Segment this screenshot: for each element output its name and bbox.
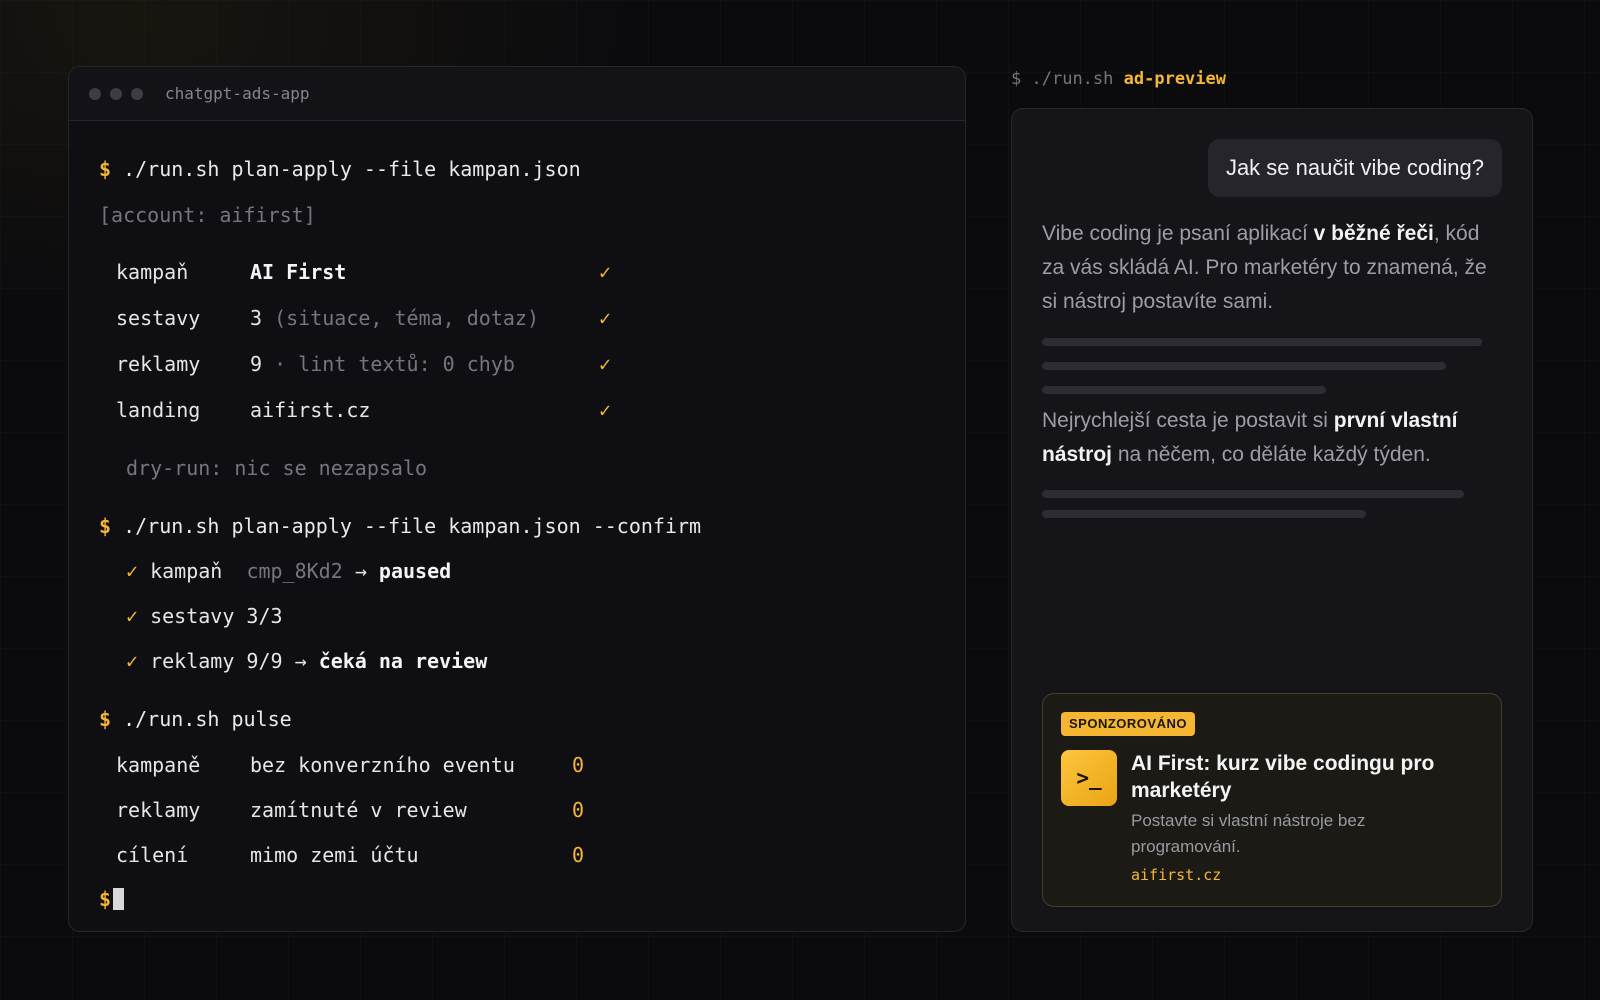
command-text: ./run.sh plan-apply --file kampan.json -…: [123, 514, 702, 538]
prompt-symbol: $: [99, 157, 112, 181]
command-line: $ ./run.sh plan-apply --file kampan.json: [99, 155, 581, 183]
terminal-prompt-icon: >_: [1061, 750, 1117, 806]
command-text: ./run.sh plan-apply --file kampan.json: [123, 157, 581, 181]
result-line: ✓ reklamy 9/9 → čeká na review: [126, 649, 488, 673]
command-text: ./run.sh pulse: [123, 707, 292, 731]
check-icon: ✓: [126, 649, 139, 673]
ad-title[interactable]: AI First: kurz vibe codingu pro marketér…: [1131, 750, 1481, 804]
plan-key: sestavy: [116, 306, 201, 330]
chat-preview: Jak se naučit vibe coding? Vibe coding j…: [1011, 108, 1533, 932]
assistant-paragraph: Vibe coding je psaní aplikací v běžné ře…: [1042, 222, 1487, 313]
check-icon: ✓: [599, 306, 612, 330]
pulse-count: 0: [572, 798, 585, 822]
terminal-titlebar: chatgpt-ads-app: [69, 67, 965, 121]
sponsored-ad-card[interactable]: SPONZOROVÁNO >_ AI First: kurz vibe codi…: [1042, 693, 1502, 907]
ad-url-link[interactable]: aifirst.cz: [1131, 864, 1221, 886]
terminal-window: chatgpt-ads-app $ ./run.sh plan-apply --…: [68, 66, 966, 932]
window-minimize-dot[interactable]: [110, 87, 122, 100]
pulse-key: reklamy: [116, 798, 201, 822]
input-line[interactable]: $: [99, 885, 125, 913]
assistant-paragraph: Nejrychlejší cesta je postavit si první …: [1042, 409, 1458, 466]
plan-value: AI First: [250, 260, 347, 284]
pulse-key: kampaně: [116, 753, 201, 777]
prompt-symbol: $: [99, 514, 112, 538]
terminal-output: $ ./run.sh plan-apply --file kampan.json…: [69, 121, 965, 931]
status-text: čeká na review: [318, 649, 488, 673]
text-cursor: [113, 888, 125, 910]
status-text: paused: [378, 559, 452, 583]
plan-note: (situace, téma, dotaz): [274, 306, 539, 330]
check-icon: ✓: [599, 352, 612, 376]
result-line: ✓ kampaň cmp_8Kd2 → paused: [126, 559, 452, 583]
ad-description: Postavte si vlastní nástroje bez program…: [1131, 811, 1366, 856]
result-line: ✓ sestavy 3/3: [126, 604, 283, 628]
skeleton-line: [1042, 510, 1366, 518]
skeleton-line: [1042, 362, 1446, 370]
skeleton-line: [1042, 386, 1326, 394]
user-message-bubble: Jak se naučit vibe coding?: [1207, 139, 1502, 197]
window-close-dot[interactable]: [89, 87, 101, 100]
command-line: $ ./run.sh pulse: [99, 705, 292, 733]
check-icon: ✓: [126, 604, 139, 628]
window-title: chatgpt-ads-app: [165, 84, 310, 103]
plan-key: kampaň: [116, 260, 189, 284]
skeleton-line: [1042, 490, 1464, 498]
plan-note: · lint textů: 0 chyb: [274, 352, 515, 376]
preview-arg: ad-preview: [1123, 69, 1226, 89]
plan-key: reklamy: [116, 352, 201, 376]
sponsored-badge: SPONZOROVÁNO: [1061, 712, 1195, 736]
pulse-desc: mimo zemi účtu: [250, 843, 419, 867]
plan-value: 9 · lint textů: 0 chyb: [250, 352, 515, 376]
pulse-count: 0: [572, 843, 585, 867]
pulse-count: 0: [572, 753, 585, 777]
pulse-key: cílení: [116, 843, 189, 867]
command-line: $ ./run.sh plan-apply --file kampan.json…: [99, 512, 701, 540]
check-icon: ✓: [599, 260, 612, 284]
prompt-symbol: $: [99, 887, 112, 911]
check-icon: ✓: [599, 398, 612, 422]
account-line: [account: aifirst]: [99, 203, 316, 227]
dry-run-note: dry-run: nic se nezapsalo: [126, 456, 428, 480]
plan-key: landing: [116, 398, 201, 422]
plan-value: 3 (situace, téma, dotaz): [250, 306, 539, 330]
prompt-symbol: $: [99, 707, 112, 731]
plan-value: aifirst.cz: [250, 398, 371, 422]
window-maximize-dot[interactable]: [131, 87, 143, 100]
check-icon: ✓: [126, 559, 139, 583]
preview-command: $ ./run.sh ad-preview: [1011, 69, 1226, 89]
pulse-desc: bez konverzního eventu: [250, 753, 515, 777]
pulse-desc: zamítnuté v review: [250, 798, 467, 822]
campaign-id: cmp_8Kd2: [246, 559, 343, 583]
skeleton-line: [1042, 338, 1482, 346]
